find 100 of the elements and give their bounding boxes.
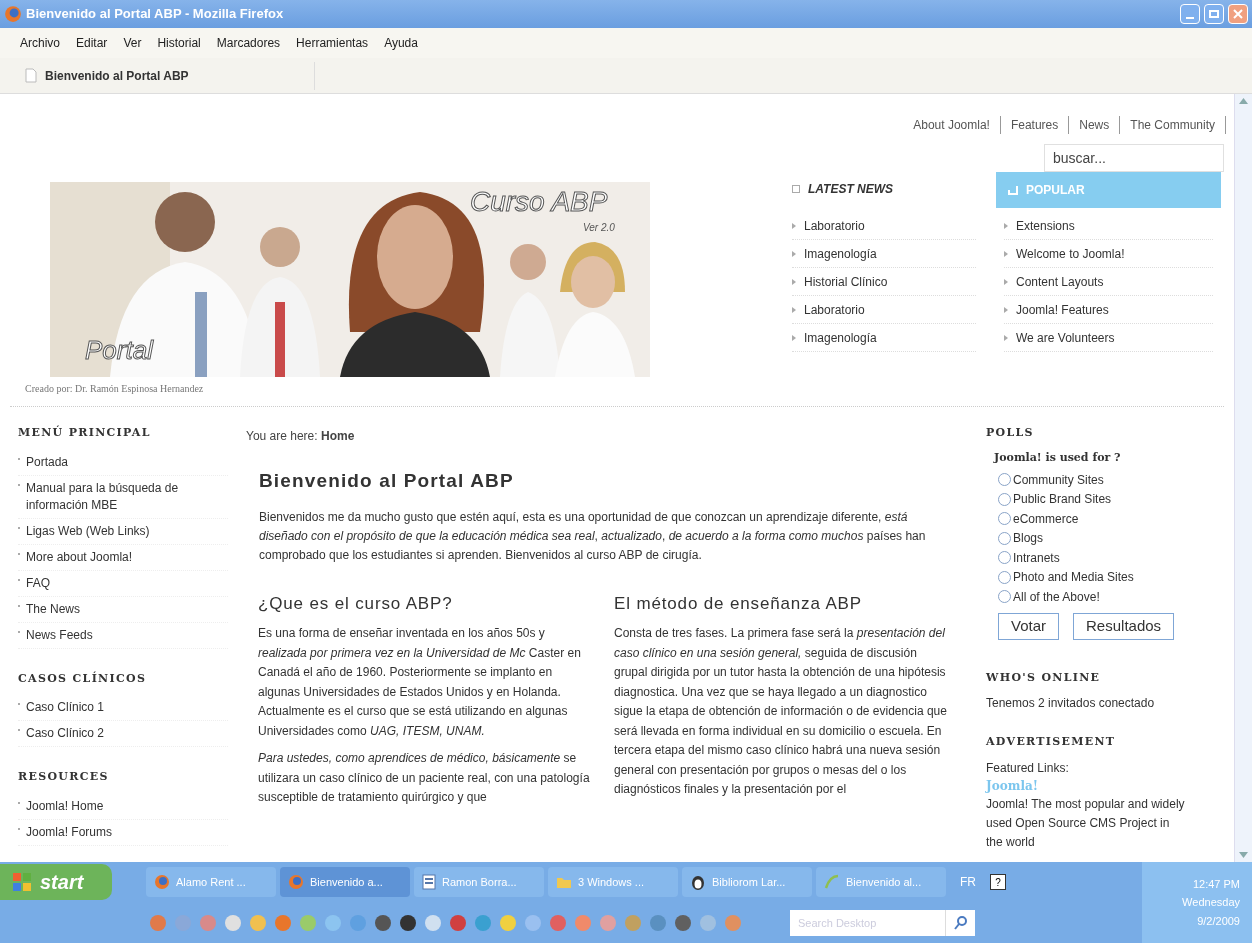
penguin-icon (690, 874, 706, 890)
radio-button[interactable] (998, 512, 1011, 526)
article-link[interactable]: Laboratorio (804, 300, 865, 319)
menu-item[interactable]: Archivo (20, 34, 60, 52)
intro-text: Bienvenidos me da mucho gusto que estén aquí, esta es una oportunidad de que conozcan un aprendizaje diferente, está diseñado con el propósito de que la educación médica sea real, actualizado, de acuerdo a la forma como muchos países han comprobado que los estudiantes si aprenden. Bienvenidos al curso ABP de cirugía. (259, 508, 927, 564)
module-title: CASOS CLÍNICOS (18, 670, 148, 687)
breadcrumb: You are here: Home (246, 428, 356, 445)
bullet-icon (792, 334, 796, 341)
module-title: WHO'S ONLINE (986, 669, 1102, 686)
browser-icon (154, 874, 170, 890)
menu-link[interactable]: More about Joomla! (26, 548, 133, 566)
menu-item[interactable]: Editar (76, 34, 108, 52)
article-link[interactable]: Joomla! Features (1016, 300, 1109, 319)
menu-item[interactable]: Marcadores (216, 34, 281, 52)
menu-link[interactable]: News Feeds (26, 626, 93, 644)
radio-button[interactable] (998, 590, 1011, 604)
banner-version: Ver 2.0 (583, 221, 615, 235)
article-link[interactable]: Imagenología (804, 244, 877, 263)
maximize-button[interactable] (1204, 4, 1224, 24)
menu-item[interactable]: Historial (157, 34, 201, 52)
section-heading: El método de enseñanza ABP (614, 592, 863, 615)
scrollbar[interactable] (1234, 94, 1252, 862)
bullet-icon (1004, 334, 1008, 341)
corner-icon (1008, 185, 1018, 195)
ad-text: Joomla! The most popular and widely used Open Source CMS Project in the world (986, 795, 1186, 851)
bullet-icon (1004, 278, 1008, 285)
article-link[interactable]: Welcome to Joomla! (1016, 244, 1125, 263)
nav-link[interactable]: The Community (1120, 116, 1226, 134)
option-label: Blogs (1013, 530, 1044, 548)
scroll-down-icon[interactable] (1239, 852, 1248, 858)
search-field[interactable]: buscar... (1044, 144, 1224, 172)
browser-icon (4, 5, 22, 23)
menu-link[interactable]: FAQ (26, 574, 50, 592)
menu-item[interactable]: Ver (123, 34, 142, 52)
article-link[interactable]: We are Volunteers (1016, 328, 1115, 347)
clock-time: 12:47 PM (1192, 876, 1240, 892)
help-icon[interactable]: ? (990, 874, 1006, 890)
banner-title: Curso ABP (470, 188, 608, 216)
article-title: Bienvenido al Portal ABP (259, 469, 515, 493)
article-link[interactable]: Imagenología (804, 328, 877, 347)
menu-link[interactable]: Caso Clínico 2 (26, 725, 105, 742)
menu-link[interactable]: Manual para la búsqueda de información MBE (26, 479, 228, 514)
menu-link[interactable]: Portada (26, 453, 69, 471)
radio-button[interactable] (998, 551, 1011, 565)
document-icon (422, 874, 436, 890)
menu-link[interactable]: The News (26, 600, 81, 618)
app-icon[interactable] (375, 914, 391, 931)
poll-button[interactable]: Votar (998, 612, 1060, 640)
radio-button[interactable] (998, 570, 1011, 584)
module-title: ADVERTISEMENT (986, 734, 1117, 750)
radio-button[interactable] (998, 492, 1011, 506)
bullet-icon (1004, 306, 1008, 313)
bullet-icon (1004, 222, 1008, 229)
article-link[interactable]: Historial Clínico (804, 272, 888, 291)
scroll-up-icon[interactable] (1239, 98, 1248, 104)
close-icon (1233, 9, 1243, 19)
module-title: RESOURCES (18, 769, 110, 785)
menu-link[interactable]: Joomla! Home (26, 797, 104, 815)
nav-link[interactable]: News (1069, 116, 1121, 134)
option-label: Intranets (1013, 549, 1060, 567)
bullet-icon (792, 250, 796, 257)
menu-link[interactable]: Caso Clínico 1 (26, 699, 105, 716)
menu-link[interactable]: Ligas Web (Web Links) (26, 522, 150, 540)
radio-button[interactable] (998, 531, 1011, 545)
folder-icon (556, 875, 572, 889)
search-button[interactable] (945, 909, 975, 936)
windows-logo-icon (12, 872, 32, 892)
option-label: eCommerce (1013, 510, 1079, 528)
nav-link[interactable]: Features (1000, 116, 1070, 134)
bullet-icon (792, 306, 796, 313)
option-label: Public Brand Sites (1013, 491, 1112, 509)
bullet-icon (792, 278, 796, 285)
online-text: Tenemos 2 invitados conectado (986, 695, 1156, 712)
browser-icon (288, 874, 304, 890)
nav-link[interactable]: About Joomla! (903, 116, 1001, 134)
article-link[interactable]: Content Layouts (1016, 272, 1104, 291)
article-link[interactable]: Extensions (1016, 216, 1075, 235)
search-icon (952, 914, 969, 931)
menu-link[interactable]: Joomla! Forums (26, 823, 113, 841)
app-icon[interactable] (400, 914, 416, 931)
option-label: Photo and Media Sites (1013, 569, 1134, 587)
clock-day: Wednesday (1182, 894, 1240, 911)
square-icon (792, 185, 800, 193)
minimize-button[interactable] (1180, 4, 1200, 24)
browser-tab[interactable]: Bienvenido al Portal ABP (25, 61, 315, 90)
close-button[interactable] (1228, 4, 1248, 24)
clock-date: 9/2/2009 (1197, 913, 1240, 929)
article-link[interactable]: Laboratorio (804, 216, 865, 235)
radio-button[interactable] (998, 473, 1011, 487)
banner-credit: Creado por: Dr. Ramón Espinosa Hernandez (25, 382, 205, 396)
bullet-icon (792, 222, 796, 229)
banner-label: Portal (85, 337, 153, 363)
module-title: LATEST NEWS (808, 181, 894, 198)
menu-item[interactable]: Ayuda (384, 34, 418, 52)
module-title: POLLS (986, 425, 1035, 441)
menu-item[interactable]: Herramientas (296, 34, 369, 52)
poll-button[interactable]: Resultados (1073, 612, 1175, 640)
bullet-icon (1004, 250, 1008, 257)
paragraph: Para ustedes, como aprendices de médico, básicamente se utilizara un caso clínico de un paciente real, con una patología susceptible de tratamiento quirúrgico y que (258, 750, 591, 806)
app-icon[interactable] (675, 914, 691, 931)
